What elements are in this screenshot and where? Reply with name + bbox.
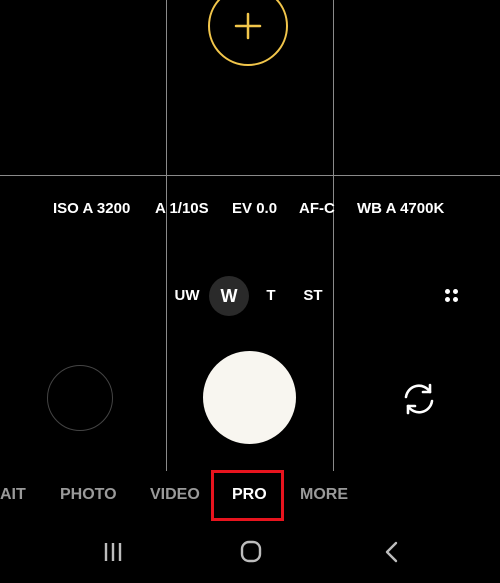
- ev-label: EV: [232, 200, 253, 217]
- focus-plus-icon: [234, 12, 262, 40]
- shutter-speed-value: 1/10S: [169, 200, 209, 217]
- grid-line-vertical-right: [333, 0, 334, 471]
- focus-mode-value: AF-C: [299, 200, 335, 217]
- navigation-bar: [0, 530, 500, 583]
- iso-setting[interactable]: ISO A 3200: [53, 200, 130, 217]
- pro-settings-row: ISO A 3200 A 1/10S EV 0.0 AF-C WB A 4700…: [0, 200, 500, 220]
- shutter-speed-setting[interactable]: A 1/10S: [155, 200, 209, 217]
- more-dots-icon[interactable]: [445, 289, 459, 303]
- back-icon: [385, 541, 398, 563]
- ev-setting[interactable]: EV 0.0: [232, 200, 277, 217]
- iso-label: ISO: [53, 200, 79, 217]
- shutter-speed-label: A: [155, 200, 166, 217]
- recents-button[interactable]: [98, 540, 128, 564]
- switch-camera-button[interactable]: [401, 381, 437, 417]
- mode-more[interactable]: MORE: [300, 486, 348, 504]
- back-button[interactable]: [376, 540, 406, 564]
- grid-line-vertical-left: [166, 0, 167, 471]
- ev-value: 0.0: [256, 200, 278, 217]
- mode-portrait[interactable]: AIT: [0, 486, 26, 504]
- white-balance-label: WB: [357, 200, 382, 217]
- home-icon: [240, 540, 262, 563]
- recents-icon: [104, 543, 122, 561]
- gallery-thumbnail[interactable]: [47, 365, 113, 431]
- white-balance-setting[interactable]: WB A 4700K: [357, 200, 444, 217]
- shutter-button[interactable]: [203, 351, 296, 444]
- mode-video[interactable]: VIDEO: [150, 486, 200, 504]
- selection-highlight: [211, 470, 284, 521]
- white-balance-value: A 4700K: [385, 200, 445, 217]
- zoom-st-button[interactable]: ST: [300, 276, 326, 316]
- zoom-uw-button[interactable]: UW: [172, 276, 202, 316]
- iso-value: A 3200: [82, 200, 131, 217]
- home-button[interactable]: [236, 540, 266, 564]
- focus-mode-setting[interactable]: AF-C: [299, 200, 335, 217]
- mode-photo[interactable]: PHOTO: [60, 486, 117, 504]
- zoom-w-button[interactable]: W: [209, 276, 249, 316]
- grid-line-horizontal: [0, 175, 500, 176]
- focus-ring[interactable]: [208, 0, 288, 66]
- switch-camera-icon: [404, 383, 434, 415]
- zoom-t-button[interactable]: T: [262, 276, 280, 316]
